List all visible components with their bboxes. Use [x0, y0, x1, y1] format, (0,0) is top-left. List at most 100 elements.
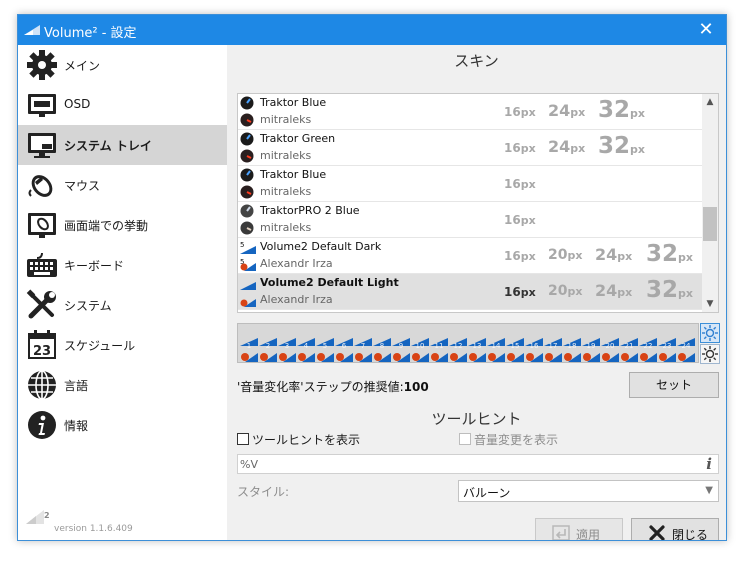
set-button[interactable]: セット	[629, 372, 719, 398]
preview-level-label: 13	[472, 342, 482, 350]
size-32: 32px	[646, 277, 693, 303]
show-tooltip-label: ツールヒントを表示	[252, 433, 361, 447]
size-20: 20px	[548, 247, 583, 263]
preview-level-icon: 9	[392, 332, 410, 362]
recommended-step-label: '音量変化率'ステップの推奨値:100	[237, 380, 429, 394]
skin-list-scrollbar[interactable]: ▲ ▼	[702, 94, 718, 312]
preview-level-icon: 18	[563, 332, 581, 362]
preview-level-icon: 17	[544, 332, 562, 362]
sidebar-item-language[interactable]: 言語	[18, 365, 227, 405]
size-16: 16px	[504, 177, 536, 191]
preview-level-icon: 20	[601, 332, 619, 362]
volume-app-icon	[24, 25, 40, 35]
knob-icon	[240, 149, 256, 163]
sidebar-item-keyboard[interactable]: キーボード	[18, 245, 227, 285]
sidebar-item-label: マウス	[64, 179, 101, 193]
tools-icon	[26, 289, 56, 319]
show-tooltip-checkbox[interactable]	[237, 433, 249, 445]
preview-level-icon: 2	[259, 332, 277, 362]
mouse-icon	[28, 175, 53, 197]
preview-level-icon: 24	[677, 332, 695, 362]
preview-level-label: 4	[303, 342, 309, 350]
close-button[interactable]: 閉じる	[631, 518, 719, 541]
scroll-thumb[interactable]	[703, 207, 717, 241]
skin-row-traktor-blue[interactable]: Traktor Blue mitraleks 16px 24px 32px	[238, 94, 703, 130]
skin-author: mitraleks	[260, 113, 312, 126]
knob-icon	[240, 204, 256, 218]
close-window-button[interactable]: ✕	[686, 15, 726, 45]
sidebar-item-system-tray[interactable]: システム トレイ	[18, 125, 227, 165]
skin-author: mitraleks	[260, 221, 312, 234]
sidebar-item-label: 情報	[64, 419, 89, 433]
preview-level-label: 8	[379, 342, 385, 350]
speaker-icon: 5	[240, 257, 256, 271]
size-16: 16px	[504, 141, 536, 155]
skin-row-traktor-green[interactable]: Traktor Green mitraleks 16px 24px 32px	[238, 130, 703, 166]
skin-row-volume2-default-dark[interactable]: 5 5 Volume2 Default Dark Alexandr Irza 1…	[238, 238, 703, 274]
scroll-up-arrow[interactable]: ▲	[702, 94, 718, 110]
sidebar-item-osd[interactable]: OSD	[18, 85, 227, 125]
preview-level-icon: 21	[620, 332, 638, 362]
skin-author: mitraleks	[260, 185, 312, 198]
sidebar-item-about[interactable]: 情報	[18, 405, 227, 445]
sidebar-item-label: OSD	[64, 97, 91, 111]
show-volume-change-checkbox[interactable]	[459, 433, 471, 445]
preview-level-label: 6	[341, 342, 347, 350]
preview-level-label: 18	[567, 342, 577, 350]
sidebar-item-mouse[interactable]: マウス	[18, 165, 227, 205]
info-icon[interactable]: i	[706, 455, 712, 473]
size-20: 20px	[548, 283, 583, 299]
sidebar-item-screen-edge[interactable]: 画面端での挙動	[18, 205, 227, 245]
preview-level-label: 1	[246, 342, 252, 350]
knob-icon	[240, 96, 256, 110]
style-select[interactable]: バルーン ▼	[458, 480, 719, 502]
skin-author: Alexandr Irza	[260, 293, 333, 306]
volume-wedge-icon: 5	[240, 240, 256, 254]
preview-level-label: 12	[453, 342, 463, 350]
preview-level-label: 5	[322, 342, 328, 350]
preview-level-label: 17	[548, 342, 558, 350]
preview-level-icon: 16	[525, 332, 543, 362]
scroll-down-arrow[interactable]: ▼	[702, 296, 718, 312]
preview-level-label: 14	[491, 342, 501, 350]
window-title: Volume² - 設定	[44, 26, 137, 41]
preview-level-icon: 3	[278, 332, 296, 362]
preview-level-icon: 10	[411, 332, 429, 362]
tooltip-format-input[interactable]: %V i	[237, 454, 719, 474]
sidebar: メイン OSD システム トレイ マウス 画面端での挙動 キーボード システム …	[18, 45, 227, 540]
preview-level-label: 7	[360, 342, 366, 350]
style-label: スタイル:	[237, 485, 290, 499]
system-tray-icon	[28, 133, 56, 158]
preview-level-icon: 5	[316, 332, 334, 362]
version-label: version 1.1.6.409	[54, 524, 133, 534]
close-icon: ✕	[698, 19, 714, 40]
close-label: 閉じる	[672, 528, 709, 541]
skin-row-traktor-blue-2[interactable]: Traktor Blue mitraleks 16px	[238, 166, 703, 202]
skin-row-volume2-default-light[interactable]: Volume2 Default Light Alexandr Irza 16px…	[238, 274, 703, 310]
preview-level-icon: 12	[449, 332, 467, 362]
preview-level-label: 15	[510, 342, 520, 350]
preview-level-label: 11	[434, 342, 444, 350]
skin-row-traktorpro-2-blue[interactable]: TraktorPRO 2 Blue mitraleks 16px	[238, 202, 703, 238]
tooltip-section-title: ツールヒント	[431, 410, 522, 428]
gear-icon	[27, 50, 57, 80]
sidebar-item-system[interactable]: システム	[18, 285, 227, 325]
light-background-button[interactable]	[700, 323, 720, 343]
sidebar-item-label: システム	[64, 299, 112, 313]
size-16: 16px	[504, 213, 536, 227]
skin-name: Traktor Green	[260, 132, 336, 145]
sidebar-item-schedule[interactable]: 23 スケジュール	[18, 325, 227, 365]
skin-list[interactable]: Traktor Blue mitraleks 16px 24px 32px Tr…	[237, 93, 719, 313]
apply-label: 適用	[576, 528, 601, 541]
skin-name: Traktor Blue	[260, 168, 327, 181]
volume-logo-icon	[26, 510, 44, 524]
tooltip-format-value: %V	[240, 458, 258, 471]
preview-level-icon: 13	[468, 332, 486, 362]
dark-background-button[interactable]	[700, 344, 720, 364]
sidebar-item-main[interactable]: メイン	[18, 45, 227, 85]
screen-edge-icon	[28, 213, 56, 238]
apply-button[interactable]: 適用	[535, 518, 623, 541]
monitor-icon	[28, 94, 56, 117]
settings-window: Volume² - 設定 ✕ メイン OSD システム トレイ マウス 画面端で…	[17, 14, 727, 541]
recommended-step-value: 100	[403, 380, 429, 394]
